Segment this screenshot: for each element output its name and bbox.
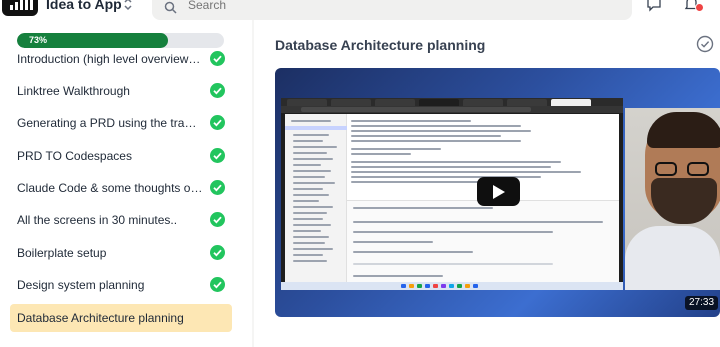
check-circle-icon [210, 277, 225, 292]
lesson-item[interactable]: Database Architecture planning [10, 304, 232, 332]
search-input[interactable] [188, 0, 588, 12]
lesson-item[interactable]: Claude Code & some thoughts on w... [10, 174, 232, 202]
lesson-title: Boilerplate setup [17, 246, 107, 260]
lesson-title: Generating a PRD using the transcript [17, 116, 203, 130]
video-thumbnail-screen [281, 98, 623, 290]
lesson-item[interactable]: Boilerplate setup [10, 239, 232, 267]
lesson-item[interactable]: Design system planning [10, 271, 232, 299]
app-logo[interactable] [2, 0, 38, 16]
lesson-title: PRD TO Codespaces [17, 149, 132, 163]
video-duration: 27:33 [685, 296, 719, 310]
chevron-up-down-icon[interactable] [123, 0, 133, 14]
lesson-item[interactable]: All the screens in 30 minutes.. [10, 206, 232, 234]
lesson-title: Introduction (high level overview of t..… [17, 52, 203, 66]
lesson-item[interactable]: Linktree Walkthrough [10, 77, 232, 105]
check-circle-icon [210, 212, 225, 227]
lesson-title: Design system planning [17, 278, 145, 292]
app-name[interactable]: Idea to App [46, 0, 122, 12]
check-circle-icon [210, 83, 225, 98]
search-icon [164, 1, 177, 19]
check-circle-icon [210, 148, 225, 163]
lesson-title: Claude Code & some thoughts on w... [17, 181, 203, 195]
lesson-title: All the screens in 30 minutes.. [17, 213, 178, 227]
lesson-item[interactable]: Introduction (high level overview of t..… [10, 45, 232, 73]
lesson-title: Database Architecture planning [17, 311, 184, 325]
check-circle-icon [210, 115, 225, 130]
chat-icon[interactable] [646, 0, 662, 17]
lesson-item[interactable]: PRD TO Codespaces [10, 142, 232, 170]
check-circle-icon [210, 51, 225, 66]
course-progress-label: 73% [29, 35, 48, 45]
course-sidebar: 73% Introduction (high level overview of… [0, 20, 252, 347]
search-bar[interactable] [152, 0, 632, 20]
top-bar: Idea to App [0, 0, 720, 20]
play-icon [493, 185, 505, 199]
mark-complete-icon[interactable] [696, 35, 714, 58]
play-button[interactable] [477, 177, 520, 206]
lesson-title: Linktree Walkthrough [17, 84, 130, 98]
check-circle-icon [210, 245, 225, 260]
presenter-webcam [625, 108, 720, 290]
check-circle-icon [210, 180, 225, 195]
lesson-item[interactable]: Generating a PRD using the transcript [10, 109, 232, 137]
lesson-title: Database Architecture planning [275, 37, 486, 53]
notification-dot [695, 3, 704, 12]
